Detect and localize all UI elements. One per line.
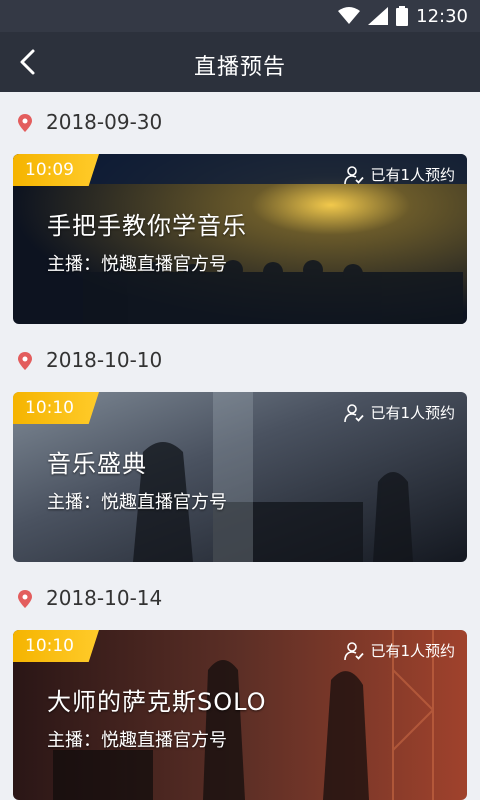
user-check-icon	[344, 403, 365, 422]
reserve-text: 已有1人预约	[370, 166, 455, 184]
schedule-day: 2018-10-14 10:10 已有1人预约 大师的萨克斯SOLO 主播：悦趣…	[0, 568, 480, 800]
user-check-icon	[344, 165, 365, 184]
schedule-day: 2018-10-10 10:10 已有1人预约 音乐盛典 主播：悦趣直播官方号	[0, 330, 480, 562]
host-text: 主播：悦趣直播官方号	[47, 254, 227, 275]
page-title: 直播预告	[193, 55, 286, 80]
reserve-text: 已有1人预约	[370, 404, 455, 422]
time-badge: 10:10	[13, 630, 99, 662]
nav-bar: 直播预告	[0, 32, 480, 92]
live-card[interactable]: 10:10 已有1人预约 音乐盛典 主播：悦趣直播官方号	[13, 392, 467, 562]
live-card[interactable]: 10:10 已有1人预约 大师的萨克斯SOLO 主播：悦趣直播官方号	[13, 630, 467, 800]
live-title: 音乐盛典	[47, 450, 147, 478]
wifi-icon	[338, 7, 361, 25]
schedule-date: 2018-10-14	[46, 586, 163, 610]
schedule-day: 2018-09-30 10:09 已有1人预约 手把手教你学音乐 主播：悦趣直播…	[0, 92, 480, 324]
live-title: 大师的萨克斯SOLO	[47, 688, 267, 716]
schedule-date: 2018-09-30	[46, 110, 163, 134]
time-badge: 10:09	[13, 154, 99, 186]
date-row: 2018-09-30	[0, 92, 480, 154]
live-card[interactable]: 10:09 已有1人预约 手把手教你学音乐 主播：悦趣直播官方号	[13, 154, 467, 324]
reserve-status: 已有1人预约	[344, 640, 455, 661]
battery-icon	[396, 6, 409, 26]
host-text: 主播：悦趣直播官方号	[47, 730, 227, 751]
status-icons: 12:30	[338, 5, 468, 27]
clock-text: 12:30	[416, 5, 468, 27]
date-row: 2018-10-10	[0, 330, 480, 392]
schedule-list: 2018-09-30 10:09 已有1人预约 手把手教你学音乐 主播：悦趣直播…	[0, 92, 480, 800]
date-row: 2018-10-14	[0, 568, 480, 630]
location-pin-icon	[18, 590, 32, 608]
host-text: 主播：悦趣直播官方号	[47, 492, 227, 513]
location-pin-icon	[18, 114, 32, 132]
live-title: 手把手教你学音乐	[47, 212, 247, 240]
status-bar: 12:30	[0, 0, 480, 32]
location-pin-icon	[18, 352, 32, 370]
reserve-text: 已有1人预约	[370, 642, 455, 660]
signal-icon	[368, 7, 389, 25]
reserve-status: 已有1人预约	[344, 402, 455, 423]
app-header: 12:30 直播预告	[0, 0, 480, 92]
user-check-icon	[344, 641, 365, 660]
reserve-status: 已有1人预约	[344, 164, 455, 185]
time-badge: 10:10	[13, 392, 99, 424]
schedule-date: 2018-10-10	[46, 348, 163, 372]
